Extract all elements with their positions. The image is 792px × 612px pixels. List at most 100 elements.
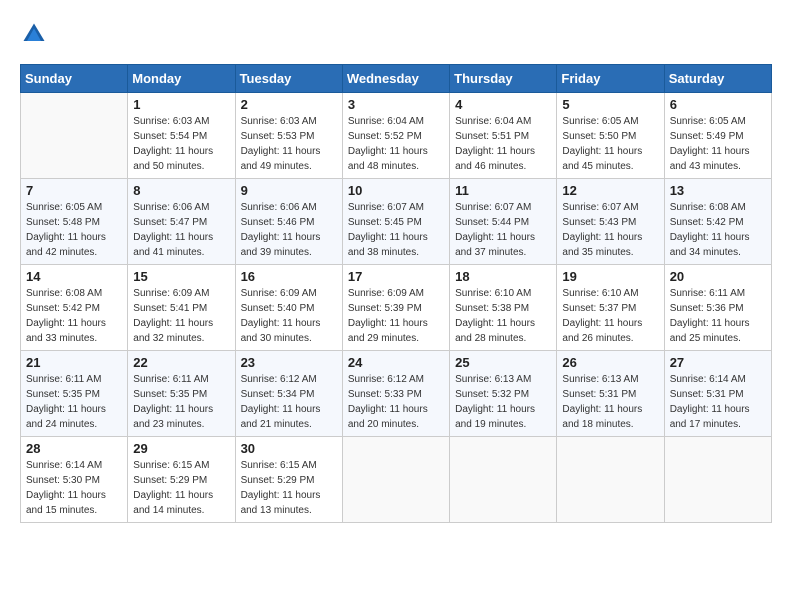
day-number: 18 — [455, 269, 551, 284]
calendar-day-cell: 20 Sunrise: 6:11 AMSunset: 5:36 PMDayligh… — [664, 265, 771, 351]
calendar-header-cell: Thursday — [450, 65, 557, 93]
day-detail: Sunrise: 6:09 AMSunset: 5:40 PMDaylight:… — [241, 286, 337, 346]
calendar-day-cell: 2 Sunrise: 6:03 AMSunset: 5:53 PMDaylight… — [235, 93, 342, 179]
calendar-day-cell: 14 Sunrise: 6:08 AMSunset: 5:42 PMDayligh… — [21, 265, 128, 351]
calendar-day-cell: 9Sunrise: 6:06 AMSunset: 5:46 PMDaylight… — [235, 179, 342, 265]
calendar-day-cell — [21, 93, 128, 179]
calendar-day-cell: 30 Sunrise: 6:15 AMSunset: 5:29 PMDayligh… — [235, 437, 342, 523]
calendar-day-cell: 3 Sunrise: 6:04 AMSunset: 5:52 PMDaylight… — [342, 93, 449, 179]
day-number: 21 — [26, 355, 122, 370]
day-number: 8 — [133, 183, 229, 198]
day-detail: Sunrise: 6:07 AMSunset: 5:43 PMDaylight:… — [562, 200, 658, 260]
day-number: 4 — [455, 97, 551, 112]
day-number: 7 — [26, 183, 122, 198]
day-number: 25 — [455, 355, 551, 370]
calendar-day-cell: 16 Sunrise: 6:09 AMSunset: 5:40 PMDayligh… — [235, 265, 342, 351]
calendar-day-cell: 24 Sunrise: 6:12 AMSunset: 5:33 PMDayligh… — [342, 351, 449, 437]
day-number: 2 — [241, 97, 337, 112]
day-detail: Sunrise: 6:09 AMSunset: 5:41 PMDaylight:… — [133, 286, 229, 346]
calendar-day-cell: 25Sunrise: 6:13 AMSunset: 5:32 PMDayligh… — [450, 351, 557, 437]
calendar-table: SundayMondayTuesdayWednesdayThursdayFrid… — [20, 64, 772, 523]
day-detail: Sunrise: 6:10 AMSunset: 5:38 PMDaylight:… — [455, 286, 551, 346]
day-detail: Sunrise: 6:05 AMSunset: 5:48 PMDaylight:… — [26, 200, 122, 260]
calendar-day-cell: 27 Sunrise: 6:14 AMSunset: 5:31 PMDayligh… — [664, 351, 771, 437]
day-number: 23 — [241, 355, 337, 370]
day-detail: Sunrise: 6:07 AMSunset: 5:45 PMDaylight:… — [348, 200, 444, 260]
calendar-day-cell: 1 Sunrise: 6:03 AMSunset: 5:54 PMDaylight… — [128, 93, 235, 179]
day-detail: Sunrise: 6:08 AMSunset: 5:42 PMDaylight:… — [670, 200, 766, 260]
day-number: 3 — [348, 97, 444, 112]
day-detail: Sunrise: 6:14 AMSunset: 5:31 PMDaylight:… — [670, 372, 766, 432]
day-detail: Sunrise: 6:08 AMSunset: 5:42 PMDaylight:… — [26, 286, 122, 346]
day-number: 16 — [241, 269, 337, 284]
day-number: 14 — [26, 269, 122, 284]
day-detail: Sunrise: 6:15 AMSunset: 5:29 PMDaylight:… — [133, 458, 229, 518]
day-detail: Sunrise: 6:05 AMSunset: 5:50 PMDaylight:… — [562, 114, 658, 174]
calendar-day-cell: 26 Sunrise: 6:13 AMSunset: 5:31 PMDayligh… — [557, 351, 664, 437]
calendar-day-cell: 23 Sunrise: 6:12 AMSunset: 5:34 PMDayligh… — [235, 351, 342, 437]
calendar-week-row: 14 Sunrise: 6:08 AMSunset: 5:42 PMDayligh… — [21, 265, 772, 351]
calendar-day-cell — [450, 437, 557, 523]
day-detail: Sunrise: 6:03 AMSunset: 5:54 PMDaylight:… — [133, 114, 229, 174]
day-number: 17 — [348, 269, 444, 284]
calendar-day-cell: 8 Sunrise: 6:06 AMSunset: 5:47 PMDaylight… — [128, 179, 235, 265]
calendar-day-cell: 22Sunrise: 6:11 AMSunset: 5:35 PMDayligh… — [128, 351, 235, 437]
calendar-body: 1 Sunrise: 6:03 AMSunset: 5:54 PMDaylight… — [21, 93, 772, 523]
day-detail: Sunrise: 6:09 AMSunset: 5:39 PMDaylight:… — [348, 286, 444, 346]
calendar-day-cell: 29Sunrise: 6:15 AMSunset: 5:29 PMDayligh… — [128, 437, 235, 523]
calendar-week-row: 21 Sunrise: 6:11 AMSunset: 5:35 PMDayligh… — [21, 351, 772, 437]
day-detail: Sunrise: 6:15 AMSunset: 5:29 PMDaylight:… — [241, 458, 337, 518]
calendar-day-cell: 10 Sunrise: 6:07 AMSunset: 5:45 PMDayligh… — [342, 179, 449, 265]
day-number: 24 — [348, 355, 444, 370]
day-detail: Sunrise: 6:06 AMSunset: 5:47 PMDaylight:… — [133, 200, 229, 260]
calendar-header-cell: Sunday — [21, 65, 128, 93]
day-detail: Sunrise: 6:13 AMSunset: 5:31 PMDaylight:… — [562, 372, 658, 432]
day-number: 6 — [670, 97, 766, 112]
day-detail: Sunrise: 6:03 AMSunset: 5:53 PMDaylight:… — [241, 114, 337, 174]
calendar-header-row: SundayMondayTuesdayWednesdayThursdayFrid… — [21, 65, 772, 93]
calendar-day-cell — [664, 437, 771, 523]
calendar-header: SundayMondayTuesdayWednesdayThursdayFrid… — [21, 65, 772, 93]
calendar-day-cell — [557, 437, 664, 523]
day-number: 10 — [348, 183, 444, 198]
day-detail: Sunrise: 6:10 AMSunset: 5:37 PMDaylight:… — [562, 286, 658, 346]
day-detail: Sunrise: 6:04 AMSunset: 5:52 PMDaylight:… — [348, 114, 444, 174]
calendar-day-cell: 21 Sunrise: 6:11 AMSunset: 5:35 PMDayligh… — [21, 351, 128, 437]
day-number: 28 — [26, 441, 122, 456]
day-number: 13 — [670, 183, 766, 198]
day-detail: Sunrise: 6:11 AMSunset: 5:36 PMDaylight:… — [670, 286, 766, 346]
day-number: 15 — [133, 269, 229, 284]
calendar-day-cell: 5Sunrise: 6:05 AMSunset: 5:50 PMDaylight… — [557, 93, 664, 179]
day-number: 19 — [562, 269, 658, 284]
calendar-week-row: 7 Sunrise: 6:05 AMSunset: 5:48 PMDaylight… — [21, 179, 772, 265]
calendar-day-cell: 7 Sunrise: 6:05 AMSunset: 5:48 PMDaylight… — [21, 179, 128, 265]
day-detail: Sunrise: 6:11 AMSunset: 5:35 PMDaylight:… — [26, 372, 122, 432]
day-number: 30 — [241, 441, 337, 456]
day-number: 22 — [133, 355, 229, 370]
day-detail: Sunrise: 6:12 AMSunset: 5:33 PMDaylight:… — [348, 372, 444, 432]
calendar-header-cell: Wednesday — [342, 65, 449, 93]
day-number: 11 — [455, 183, 551, 198]
calendar-day-cell: 28 Sunrise: 6:14 AMSunset: 5:30 PMDayligh… — [21, 437, 128, 523]
day-number: 27 — [670, 355, 766, 370]
calendar-header-cell: Tuesday — [235, 65, 342, 93]
calendar-day-cell: 4 Sunrise: 6:04 AMSunset: 5:51 PMDaylight… — [450, 93, 557, 179]
logo-icon — [20, 20, 48, 48]
calendar-day-cell: 17 Sunrise: 6:09 AMSunset: 5:39 PMDayligh… — [342, 265, 449, 351]
day-number: 1 — [133, 97, 229, 112]
calendar-week-row: 28 Sunrise: 6:14 AMSunset: 5:30 PMDayligh… — [21, 437, 772, 523]
calendar-week-row: 1 Sunrise: 6:03 AMSunset: 5:54 PMDaylight… — [21, 93, 772, 179]
day-detail: Sunrise: 6:14 AMSunset: 5:30 PMDaylight:… — [26, 458, 122, 518]
day-detail: Sunrise: 6:06 AMSunset: 5:46 PMDaylight:… — [241, 200, 337, 260]
calendar-header-cell: Saturday — [664, 65, 771, 93]
day-detail: Sunrise: 6:04 AMSunset: 5:51 PMDaylight:… — [455, 114, 551, 174]
calendar-day-cell: 12Sunrise: 6:07 AMSunset: 5:43 PMDayligh… — [557, 179, 664, 265]
calendar-day-cell: 11Sunrise: 6:07 AMSunset: 5:44 PMDayligh… — [450, 179, 557, 265]
logo — [20, 20, 52, 48]
calendar-header-cell: Monday — [128, 65, 235, 93]
day-detail: Sunrise: 6:12 AMSunset: 5:34 PMDaylight:… — [241, 372, 337, 432]
calendar-day-cell: 19 Sunrise: 6:10 AMSunset: 5:37 PMDayligh… — [557, 265, 664, 351]
day-number: 26 — [562, 355, 658, 370]
day-number: 20 — [670, 269, 766, 284]
calendar-day-cell: 18 Sunrise: 6:10 AMSunset: 5:38 PMDayligh… — [450, 265, 557, 351]
